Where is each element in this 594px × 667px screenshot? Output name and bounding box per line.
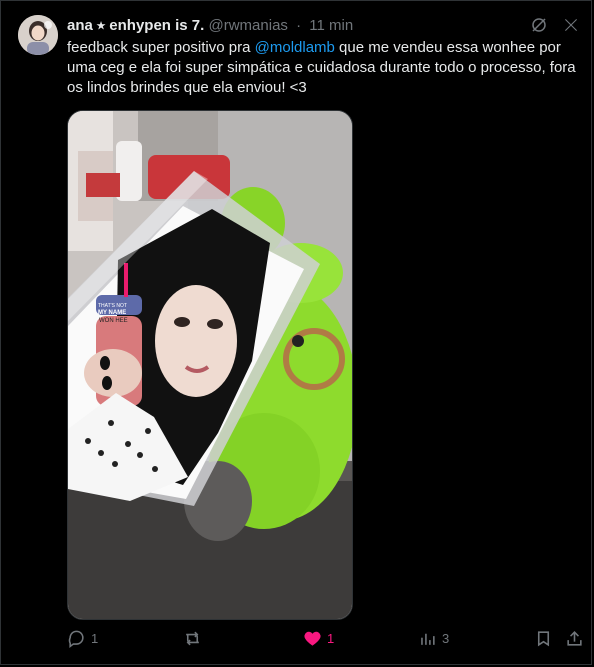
separator-dot: · <box>296 17 302 34</box>
avatar[interactable] <box>18 15 58 55</box>
like-count: 1 <box>327 631 335 646</box>
grok-icon[interactable] <box>529 15 549 35</box>
photocard-tag-top: THAT'S NOT <box>98 303 127 309</box>
reply-icon <box>68 630 84 648</box>
bookmark-button[interactable] <box>534 629 553 648</box>
views-button[interactable]: 3 <box>418 629 449 648</box>
user-handle[interactable]: @rwmanias <box>209 17 288 34</box>
heart-icon <box>304 631 321 646</box>
view-count: 3 <box>442 631 450 646</box>
more-icon[interactable] <box>561 15 581 35</box>
photocard-tag-name: WON HEE <box>99 318 128 324</box>
tweet-photo[interactable]: THAT'S NOT MY NAME WON HEE <box>67 110 353 620</box>
photocard-tag-title: MY NAME <box>98 310 126 316</box>
retweet-button[interactable] <box>183 629 202 648</box>
tweet-text: feedback super positivo pra @moldlamb qu… <box>67 38 577 98</box>
tweet-text-start: feedback super positivo pra <box>67 39 255 56</box>
views-icon <box>421 633 435 645</box>
display-name[interactable]: ana ⭒ enhypen is 7. <box>67 17 204 34</box>
share-button[interactable] <box>565 629 584 648</box>
reply-count: 1 <box>91 631 99 646</box>
mention-link[interactable]: @moldlamb <box>255 39 335 56</box>
timestamp[interactable]: 11 min <box>309 17 353 34</box>
reply-button[interactable]: 1 <box>67 629 98 648</box>
tweet-card[interactable]: ana ⭒ enhypen is 7. @rwmanias · 11 min f… <box>0 0 592 665</box>
like-button[interactable]: 1 <box>303 629 334 648</box>
bookmark-icon <box>537 631 550 647</box>
tweet-actions: 1 1 3 <box>67 629 584 657</box>
share-icon <box>567 631 582 646</box>
tweet-top-actions <box>529 15 581 35</box>
retweet-icon <box>186 631 199 646</box>
tweet-header: ana ⭒ enhypen is 7. @rwmanias · 11 min <box>67 16 521 36</box>
